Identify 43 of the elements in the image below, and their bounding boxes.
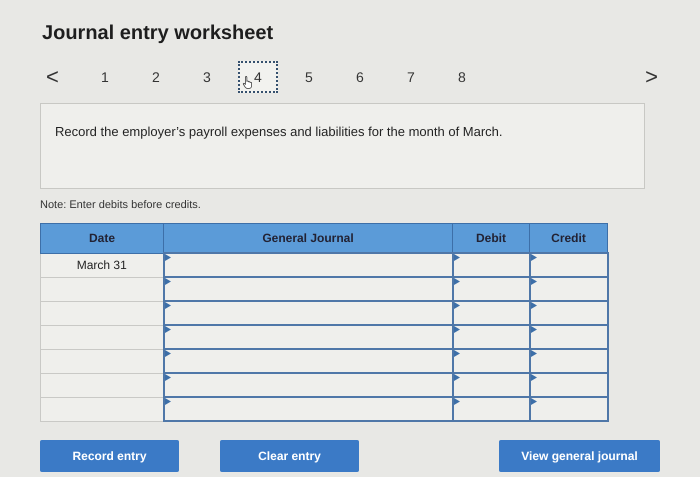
column-header: Date [40, 224, 164, 253]
input-field[interactable] [164, 397, 452, 421]
input-field[interactable] [452, 373, 530, 397]
input-field[interactable] [452, 253, 530, 277]
page-tab[interactable]: 3 [186, 61, 227, 93]
page-tab[interactable]: 2 [136, 61, 176, 93]
page-tab[interactable]: 6 [340, 61, 380, 93]
column-header: Debit [452, 224, 530, 253]
previous-button[interactable]: < [40, 64, 65, 90]
hand-cursor-icon [242, 75, 254, 89]
column-header: General Journal [164, 224, 452, 253]
input-field[interactable] [164, 349, 452, 373]
input-field[interactable] [452, 397, 530, 421]
page-tab[interactable]: 1 [84, 61, 125, 93]
page-tab[interactable]: 5 [288, 61, 329, 93]
date-cell: March 31 [40, 253, 164, 277]
input-field[interactable] [530, 277, 608, 301]
next-button[interactable]: > [639, 64, 664, 90]
input-field[interactable] [530, 373, 608, 397]
note-text: Note: Enter debits before credits. [40, 199, 202, 211]
input-field[interactable] [530, 349, 608, 373]
input-field[interactable] [164, 277, 452, 301]
input-field[interactable] [164, 301, 452, 325]
action-button[interactable]: Clear entry [220, 440, 359, 472]
input-field[interactable] [452, 301, 530, 325]
action-button[interactable]: View general journal [499, 440, 660, 472]
instruction-text: Record the employer’s payroll expenses and liabilities for the month of March. [55, 124, 503, 139]
page-tab[interactable]: 7 [390, 61, 431, 93]
input-field[interactable] [530, 253, 608, 277]
page-tab[interactable]: 4 [238, 61, 278, 93]
input-field[interactable] [164, 373, 452, 397]
input-field[interactable] [452, 277, 530, 301]
input-field[interactable] [530, 301, 608, 325]
action-button[interactable]: Record entry [40, 440, 179, 472]
input-field[interactable] [530, 325, 608, 349]
input-field[interactable] [164, 325, 452, 349]
input-field[interactable] [452, 349, 530, 373]
worksheet-title: Journal entry worksheet [42, 22, 274, 45]
column-header: Credit [530, 224, 608, 253]
input-field[interactable] [452, 325, 530, 349]
input-field[interactable] [164, 253, 452, 277]
page-tab[interactable]: 8 [442, 61, 482, 93]
input-field[interactable] [530, 397, 608, 421]
